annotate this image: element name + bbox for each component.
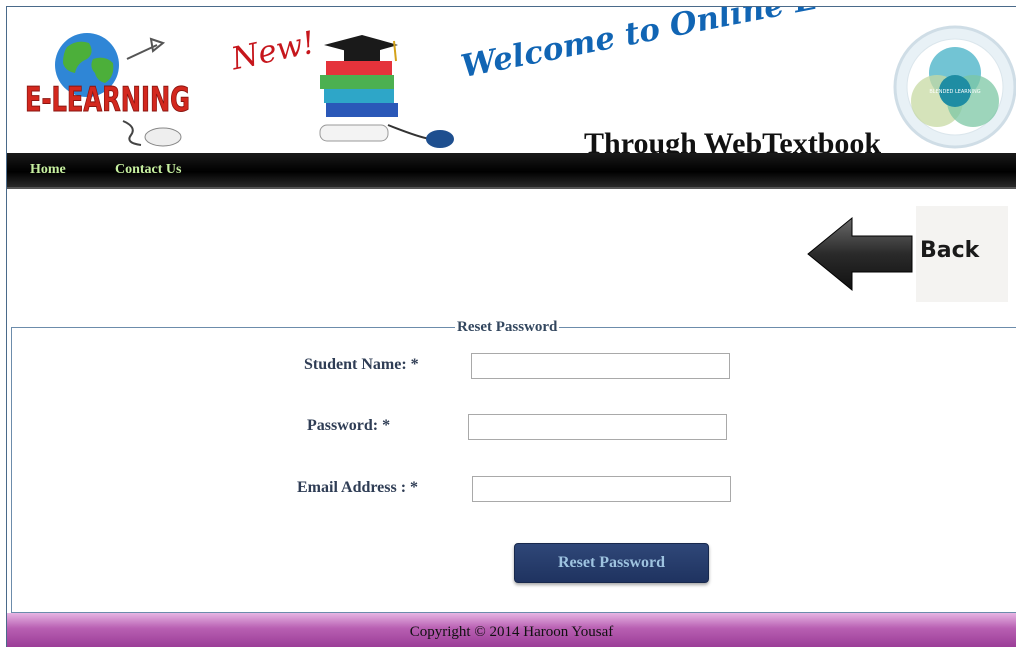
header-banner: E-LEARNING New! Welcome to Online E-Lear… [7, 7, 1016, 153]
top-nav-bar: Home Contact Us [7, 153, 1016, 189]
nav-contact-link[interactable]: Contact Us [115, 162, 182, 178]
student-name-input[interactable] [471, 353, 730, 379]
copyright-text: Copyright © 2014 Haroon Yousaf [409, 624, 614, 640]
email-address-label: Email Address : * [297, 479, 419, 496]
blend-logo-text: BLENDED LEARNING [929, 89, 980, 95]
reset-password-button[interactable]: Reset Password [514, 543, 709, 583]
password-input[interactable] [468, 414, 727, 440]
subtitle-heading: Through WebTextbook [584, 127, 882, 153]
reset-password-form: Reset Password Student Name: * Password:… [11, 319, 1016, 613]
books-cap-illustration [319, 35, 454, 148]
e-learning-logo: E-LEARNING [25, 33, 191, 147]
blended-learning-emblem: BLENDED LEARNING [893, 25, 1016, 149]
back-arrow-icon [807, 216, 913, 292]
password-label: Password: * [307, 417, 391, 434]
back-button[interactable]: Back [806, 206, 1008, 302]
student-name-label: Student Name: * [304, 356, 419, 373]
logo-text: E-LEARNING [25, 80, 190, 120]
email-address-input[interactable] [472, 476, 731, 502]
nav-home-link[interactable]: Home [30, 162, 66, 178]
footer-bar: Copyright © 2014 Haroon Yousaf [7, 613, 1016, 647]
back-button-label: Back [920, 238, 980, 263]
form-legend: Reset Password [455, 319, 560, 336]
